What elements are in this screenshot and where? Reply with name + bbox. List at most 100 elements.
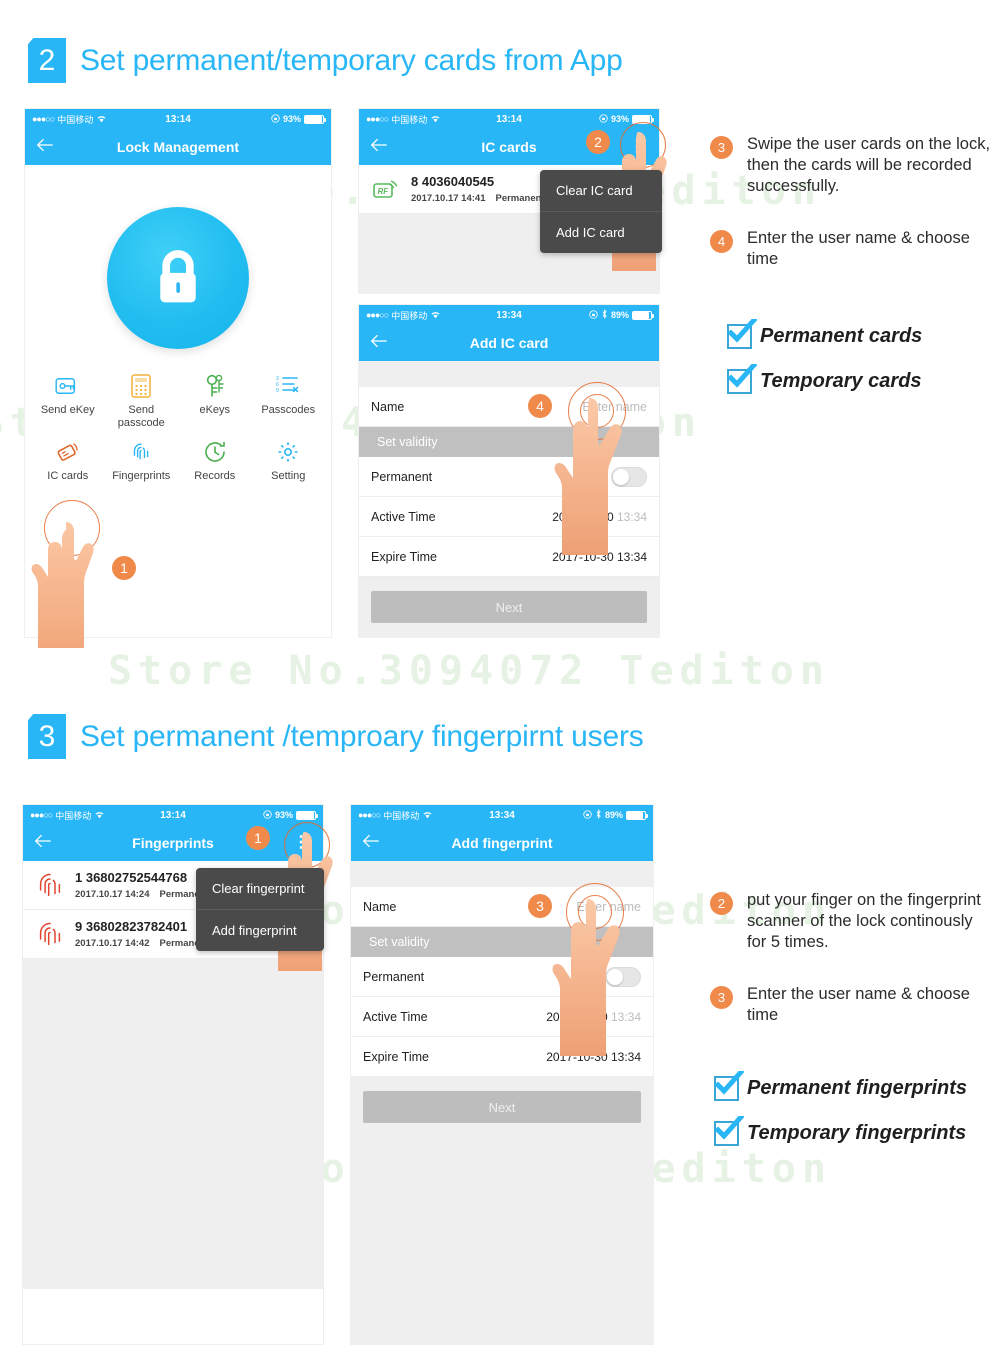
check-temporary-fingerprints: Temporary fingerprints: [714, 1116, 967, 1146]
checkbox-checked[interactable]: [714, 1071, 744, 1101]
nav-bar: Fingerprints ⋮: [23, 825, 323, 861]
step-marker-4: 4: [528, 394, 552, 418]
form-row-active-time[interactable]: Active Time 2017-10-30 13:34: [359, 497, 659, 537]
instruction-text: put your finger on the fingerprint scann…: [747, 891, 981, 952]
back-arrow-icon[interactable]: [361, 833, 381, 853]
instruction-text: Swipe the user cards on the lock, then t…: [747, 135, 991, 196]
field-label: Name: [371, 399, 405, 414]
rotation-lock-icon: [583, 809, 592, 821]
tap-highlight-ring: [620, 122, 666, 168]
back-arrow-icon[interactable]: [35, 137, 55, 157]
row-title: 8 4036040545: [411, 174, 495, 189]
grid-label: IC cards: [47, 470, 89, 483]
fingerprints-icon: [130, 439, 152, 465]
tap-highlight-ring: [284, 822, 330, 868]
check-permanent-cards: Permanent cards: [727, 319, 923, 349]
step-marker-2: 2: [586, 130, 610, 154]
grid-item-setting[interactable]: Setting: [252, 439, 326, 483]
permanent-toggle[interactable]: [611, 466, 647, 487]
form-row-expire-time[interactable]: Expire Time 2017-10-30 13:34: [359, 537, 659, 577]
lock-status-button[interactable]: [107, 207, 249, 349]
instruction-number: 2: [710, 892, 733, 915]
grid-item-fingerprints[interactable]: Fingerprints: [105, 439, 179, 483]
phone-add-ic-card: ●●●○○ 中国移动 13:34 89% Add IC card Name En…: [358, 304, 660, 638]
active-time-value[interactable]: 2017-10-30 13:34: [546, 1010, 641, 1024]
instruction-2: 2 put your finger on the fingerprint sca…: [710, 890, 995, 953]
menu-item-add-ic-card[interactable]: Add IC card: [540, 211, 662, 253]
screen-body: Send eKey Send passcode eKeys 369 Passco…: [25, 165, 331, 637]
watermark: Store No.3094072 Tediton: [108, 648, 830, 694]
active-date: 2017-10-30: [546, 1009, 608, 1024]
row-date: 2017.10.17 14:42: [75, 938, 150, 949]
grid-item-send-ekey[interactable]: Send eKey: [31, 373, 105, 429]
menu-item-clear-fingerprint[interactable]: Clear fingerprint: [196, 868, 324, 909]
svg-text:9: 9: [276, 388, 279, 394]
check-label: Temporary fingerprints: [747, 1122, 967, 1144]
status-bar: ●●●○○ 中国移动 13:14 93%: [25, 109, 331, 129]
field-label: Active Time: [371, 509, 436, 524]
set-validity-label: Set validity: [369, 935, 430, 949]
grid-item-ekeys[interactable]: eKeys: [178, 373, 252, 429]
rotation-lock-icon: [263, 809, 272, 821]
next-button[interactable]: Next: [363, 1091, 641, 1123]
field-label: Permanent: [371, 469, 433, 484]
checkbox-checked[interactable]: [727, 364, 757, 394]
svg-text:RF: RF: [378, 187, 390, 196]
status-bar: ●●●○○ 中国移动 13:14 93%: [359, 109, 659, 129]
instruction-text: Enter the user name & choose time: [747, 229, 970, 269]
back-arrow-icon[interactable]: [369, 137, 389, 157]
permanent-toggle[interactable]: [605, 966, 641, 987]
page-title: Lock Management: [116, 139, 240, 155]
rotation-lock-icon: [271, 113, 280, 125]
next-button[interactable]: Next: [371, 591, 647, 623]
setting-icon: [276, 439, 300, 465]
step-marker-1: 1: [112, 556, 136, 580]
grid-item-records[interactable]: Records: [178, 439, 252, 483]
ic-cards-icon: [55, 439, 81, 465]
grid-item-passcodes[interactable]: 369 Passcodes: [252, 373, 326, 429]
battery-icon: [626, 810, 648, 820]
checkbox-checked[interactable]: [714, 1116, 744, 1146]
rotation-lock-icon: [589, 309, 598, 321]
battery-percent: 93%: [610, 114, 629, 124]
form-row-active-time[interactable]: Active Time 2017-10-30 13:34: [351, 997, 653, 1037]
expire-time-value[interactable]: 2017-10-30 13:34: [552, 550, 647, 564]
row-date: 2017.10.17 14:24: [75, 889, 150, 900]
page-title: IC cards: [481, 139, 537, 155]
check-label: Temporary cards: [760, 370, 922, 392]
menu-item-add-fingerprint[interactable]: Add fingerprint: [196, 909, 324, 951]
active-time-value[interactable]: 2017-10-30 13:34: [552, 510, 647, 524]
passcodes-icon: 369: [276, 373, 300, 399]
grid-item-send-passcode[interactable]: Send passcode: [105, 373, 179, 429]
section-header-2: 2 Set permanent/temporary cards from App: [28, 38, 623, 83]
battery-percent: 93%: [282, 114, 301, 124]
phone-add-fingerprint: ●●●○○ 中国移动 13:34 89% Add fingerprint Nam…: [350, 804, 654, 1345]
battery-icon: [632, 310, 654, 320]
field-label: Expire Time: [371, 549, 437, 564]
check-label: Permanent cards: [760, 325, 923, 347]
page-title: Add fingerprint: [451, 835, 553, 851]
bottom-filler: [351, 1137, 653, 1344]
form-row-expire-time[interactable]: Expire Time 2017-10-30 13:34: [351, 1037, 653, 1077]
tap-highlight-ring: [44, 500, 100, 556]
active-time: 13:34: [610, 1009, 641, 1024]
rotation-lock-icon: [599, 113, 608, 125]
check-permanent-fingerprints: Permanent fingerprints: [714, 1071, 967, 1101]
back-arrow-icon[interactable]: [369, 333, 389, 353]
context-menu-fingerprints: Clear fingerprint Add fingerprint: [196, 868, 324, 951]
menu-item-clear-ic-card[interactable]: Clear IC card: [540, 170, 662, 211]
back-arrow-icon[interactable]: [33, 833, 53, 853]
nav-bar: Add fingerprint: [351, 825, 653, 861]
nav-bar: IC cards ⋮: [359, 129, 659, 165]
page-title: Fingerprints: [132, 835, 214, 851]
form-row-permanent[interactable]: Permanent: [359, 457, 659, 497]
checkbox-checked[interactable]: [727, 319, 757, 349]
section-title: Set permanent/temporary cards from App: [80, 43, 623, 77]
form-row-permanent[interactable]: Permanent: [351, 957, 653, 997]
section-header-3: 3 Set permanent /temproary fingerpirnt u…: [28, 714, 644, 759]
expire-time-value[interactable]: 2017-10-30 13:34: [546, 1050, 641, 1064]
grid-item-ic-cards[interactable]: IC cards: [31, 439, 105, 483]
action-grid: Send eKey Send passcode eKeys 369 Passco…: [25, 369, 331, 495]
records-icon: [203, 439, 227, 465]
status-bar: ●●●○○ 中国移动 13:34 89%: [351, 805, 653, 825]
